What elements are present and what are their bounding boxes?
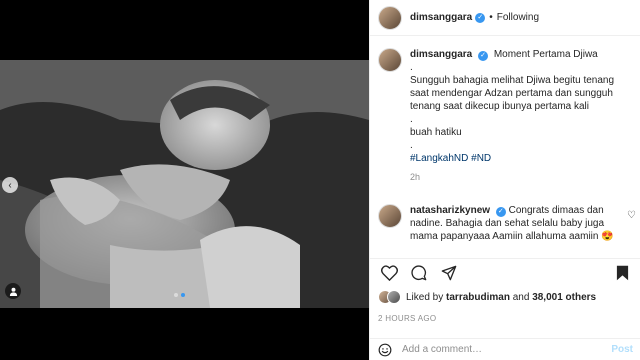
comment-like-icon[interactable]: ♡ (627, 210, 636, 221)
media-panel: ‹ (0, 0, 369, 360)
save-button[interactable] (611, 262, 633, 284)
add-comment-bar: Add a comment… Post (370, 338, 640, 360)
bookmark-icon (616, 265, 628, 280)
share-button[interactable] (438, 262, 460, 284)
commenter-username[interactable]: natasharizkynew (410, 205, 490, 216)
likes-user[interactable]: tarrabudiman (446, 292, 510, 303)
caption-author-avatar[interactable] (378, 48, 402, 72)
caption-body: Sungguh bahagia melihat Djiwa begitu ten… (410, 75, 615, 112)
caption-text: dimsanggara ✓ Moment Pertama Djiwa . Sun… (410, 48, 632, 184)
following-button[interactable]: Following (497, 12, 539, 23)
caption-hashtags[interactable]: #LangkahND #ND (410, 152, 632, 165)
caption-age[interactable]: 2h (410, 171, 632, 184)
likes-text: Liked by tarrabudiman and 38,001 others (406, 292, 596, 303)
comment-text: natasharizkynew ✓ Congrats dimaas dan na… (410, 204, 625, 243)
verified-badge-icon: ✓ (478, 51, 489, 61)
caption-username[interactable]: dimsanggara (410, 49, 472, 60)
likes-summary: Liked by tarrabudiman and 38,001 others (378, 290, 596, 304)
caption-dot: . (410, 62, 413, 73)
heart-icon (380, 264, 398, 281)
post-header: dimsanggara ✓ • Following (370, 0, 640, 36)
add-comment-input[interactable]: Add a comment… (402, 344, 482, 355)
comment-item: natasharizkynew ✓ Congrats dimaas dan na… (370, 184, 640, 243)
emoji-icon[interactable] (378, 343, 392, 357)
instagram-post: ‹ dimsanggara ✓ • Following dimsanggara (0, 0, 640, 360)
post-comment-button[interactable]: Post (611, 344, 633, 355)
comment-button[interactable] (408, 262, 430, 284)
carousel-indicator (174, 293, 185, 297)
caption-location[interactable]: Moment Pertama Djiwa (494, 49, 598, 60)
chevron-left-icon: ‹ (8, 179, 12, 191)
action-bar (370, 258, 640, 286)
caption-dot: . (410, 140, 413, 151)
commenter-avatar[interactable] (378, 204, 402, 228)
header-separator: • (489, 12, 493, 23)
likes-count[interactable]: 38,001 others (532, 292, 596, 303)
carousel-prev-button[interactable]: ‹ (2, 177, 18, 193)
tagged-users-button[interactable] (5, 283, 21, 299)
likes-and: and (512, 291, 530, 303)
comment-emoji: 😍 (601, 231, 614, 242)
user-icon (9, 287, 17, 296)
post-timestamp[interactable]: 2 HOURS AGO (378, 314, 436, 323)
post-caption: dimsanggara ✓ Moment Pertama Djiwa . Sun… (370, 36, 640, 184)
post-photo[interactable] (0, 60, 369, 308)
caption-line: buah hatiku (410, 127, 462, 138)
author-avatar[interactable] (378, 5, 402, 30)
like-button[interactable] (378, 262, 400, 284)
verified-badge-icon: ✓ (475, 12, 486, 23)
paper-plane-icon (441, 265, 457, 280)
verified-badge-icon: ✓ (495, 207, 506, 217)
author-username[interactable]: dimsanggara (410, 12, 472, 23)
post-sidebar: dimsanggara ✓ • Following dimsanggara ✓ … (369, 0, 640, 360)
comment-icon (411, 264, 427, 280)
photo-illustration (0, 60, 369, 308)
carousel-dot-active (181, 293, 185, 297)
likes-prefix: Liked by (406, 291, 444, 303)
liker-avatar (387, 290, 401, 304)
carousel-dot (174, 293, 178, 297)
caption-dot: . (410, 114, 413, 125)
